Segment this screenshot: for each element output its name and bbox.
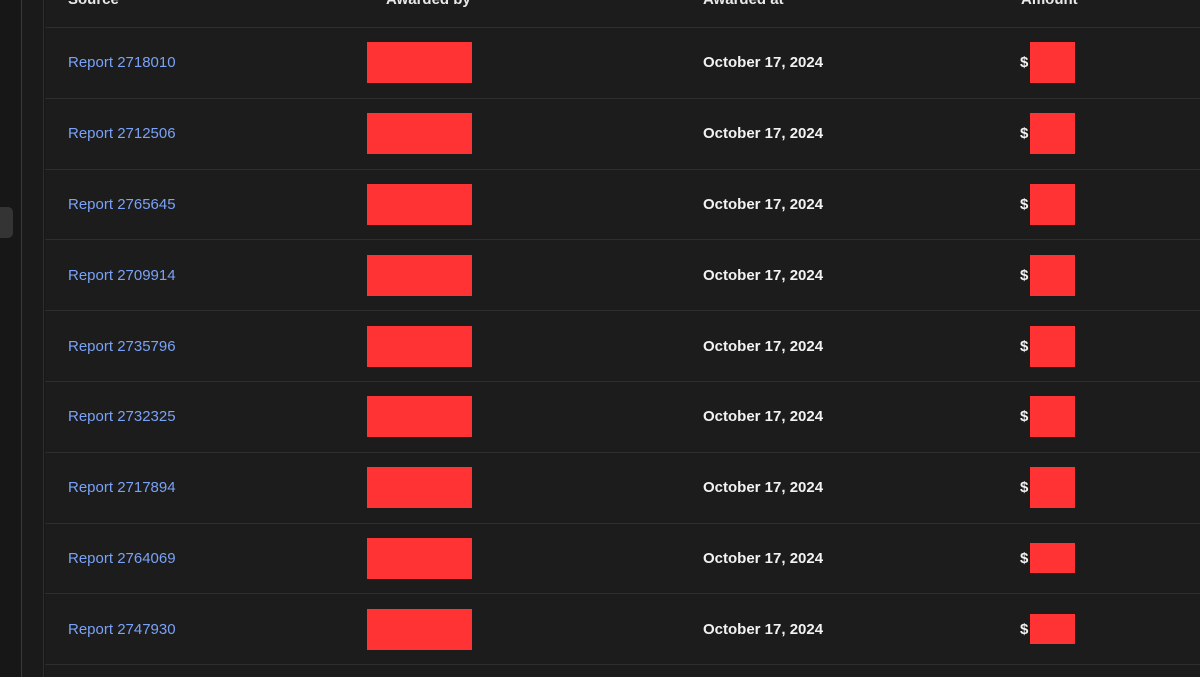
awarded-at-date: October 17, 2024 [703,195,824,213]
currency-symbol: $ [1020,408,1029,426]
report-link[interactable]: Report 2709914 [68,267,176,284]
report-link[interactable]: Report 2764069 [68,550,176,567]
report-link[interactable]: Report 2717894 [68,479,176,496]
table-row: Report 2735796 October 17, 2024 $ [45,311,1200,382]
currency-symbol: $ [1020,620,1029,638]
currency-symbol: $ [1020,125,1029,143]
redacted-amount [1030,325,1076,367]
header-source[interactable]: Source [68,0,119,8]
redacted-amount [1030,254,1076,296]
currency-symbol: $ [1020,479,1029,497]
redacted-awarded-by [367,608,472,650]
sidebar-toggle-handle[interactable] [0,207,13,238]
redacted-awarded-by [367,183,472,225]
table-row: Report 2765645 October 17, 2024 $ [45,170,1200,241]
awarded-at-date: October 17, 2024 [703,549,824,567]
redacted-amount [1030,614,1076,645]
redacted-amount [1030,543,1076,574]
header-awarded-at[interactable]: Awarded at [703,0,784,8]
awarded-at-date: October 17, 2024 [703,479,824,497]
header-amount[interactable]: Amount [1021,0,1078,8]
report-link[interactable]: Report 2765645 [68,196,176,213]
report-link[interactable]: Report 2712506 [68,125,176,142]
table-row: Report 2718010 October 17, 2024 $ [45,28,1200,99]
currency-symbol: $ [1020,266,1029,284]
redacted-awarded-by [367,42,472,84]
redacted-amount [1030,396,1076,438]
awarded-at-date: October 17, 2024 [703,337,824,355]
currency-symbol: $ [1020,337,1029,355]
redacted-awarded-by [367,325,472,367]
redacted-awarded-by [367,467,472,509]
redacted-awarded-by [367,113,472,155]
redacted-awarded-by [367,396,472,438]
awarded-at-date: October 17, 2024 [703,54,824,72]
table-row: Report 2732325 October 17, 2024 $ [45,382,1200,453]
left-rail [0,0,22,677]
bounty-table: Source Awarded by Awarded at Amount Repo… [45,0,1200,677]
table-header: Source Awarded by Awarded at Amount [45,0,1200,28]
table-row: Report 2712506 October 17, 2024 $ [45,99,1200,170]
table-row: Report 2764069 October 17, 2024 $ [45,524,1200,595]
report-link[interactable]: Report 2732325 [68,408,176,425]
currency-symbol: $ [1020,195,1029,213]
currency-symbol: $ [1020,54,1029,72]
header-awarded-by[interactable]: Awarded by [386,0,471,8]
report-link[interactable]: Report 2735796 [68,338,176,355]
awarded-at-date: October 17, 2024 [703,620,824,638]
redacted-amount [1030,42,1076,84]
awarded-at-date: October 17, 2024 [703,125,824,143]
redacted-awarded-by [367,254,472,296]
table-row: Report 2717894 October 17, 2024 $ [45,453,1200,524]
currency-symbol: $ [1020,549,1029,567]
gutter [22,0,44,677]
table-row: Report 2747930 October 17, 2024 $ [45,594,1200,666]
redacted-amount [1030,467,1076,509]
awarded-at-date: October 17, 2024 [703,266,824,284]
redacted-amount [1030,183,1076,225]
table-row: Report 2709914 October 17, 2024 $ [45,240,1200,312]
redacted-awarded-by [367,537,472,579]
report-link[interactable]: Report 2718010 [68,54,176,71]
report-link[interactable]: Report 2747930 [68,621,176,638]
redacted-amount [1030,113,1076,155]
awarded-at-date: October 17, 2024 [703,408,824,426]
